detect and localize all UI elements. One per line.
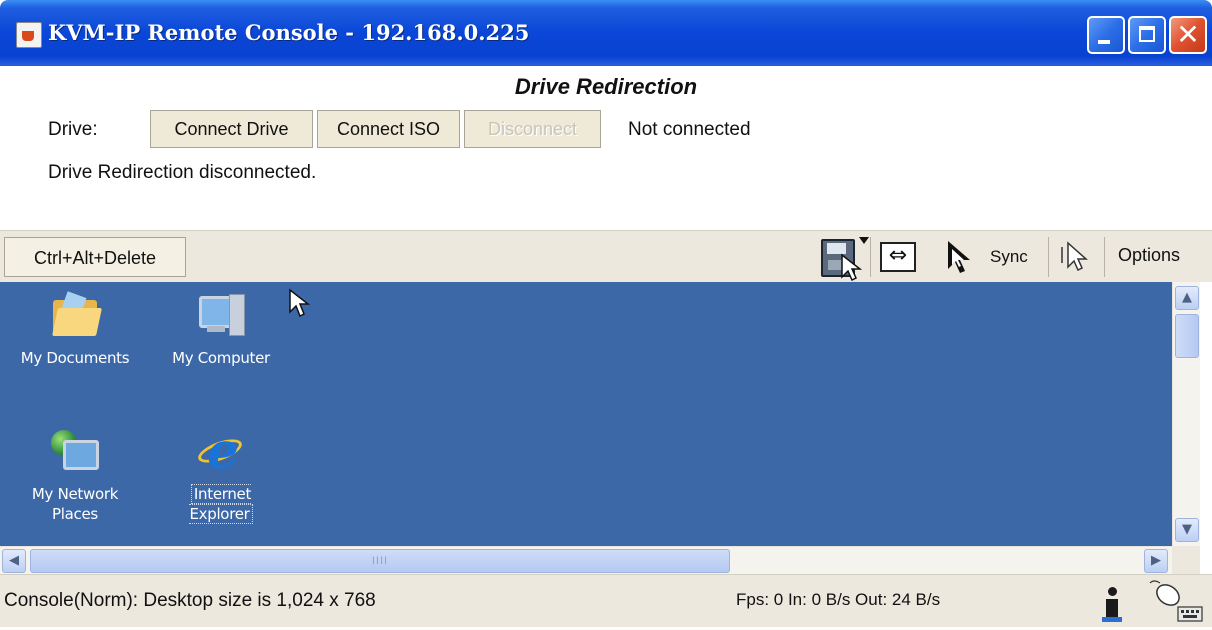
status-bar: Console(Norm): Desktop size is 1,024 x 7…	[0, 574, 1212, 627]
vertical-scroll-thumb[interactable]	[1175, 314, 1199, 358]
drive-menu-arrow-icon[interactable]	[859, 237, 869, 244]
keyboard-mouse-icon[interactable]	[1148, 579, 1204, 625]
desktop-icon-label: My Network Places	[31, 485, 119, 523]
dual-cursor-icon[interactable]	[940, 237, 980, 277]
remote-desktop-view[interactable]: My Documents My Computer My Network Plac…	[0, 282, 1172, 546]
desktop-icon-label: My Documents	[20, 349, 130, 367]
desktop-icon-label: Internet Explorer	[189, 484, 253, 524]
horizontal-scroll-thumb[interactable]: IIII	[30, 549, 730, 573]
toolbar-separator	[1048, 237, 1049, 277]
minimize-button[interactable]	[1087, 16, 1125, 54]
scroll-left-icon[interactable]: ◀	[2, 549, 26, 573]
connect-drive-button[interactable]: Connect Drive	[150, 110, 313, 148]
traffic-status-text: Fps: 0 In: 0 B/s Out: 24 B/s	[736, 590, 941, 609]
console-toolbar: Ctrl+Alt+Delete ⇔ Sync Options	[0, 230, 1212, 282]
drive-label: Drive:	[48, 119, 98, 140]
title-bar[interactable]: KVM-IP Remote Console - 192.168.0.225 ✕	[0, 0, 1212, 66]
scroll-up-icon[interactable]: ▲	[1175, 286, 1199, 310]
computer-icon	[195, 290, 247, 342]
java-app-icon	[16, 22, 42, 48]
info-icon[interactable]	[1100, 583, 1124, 623]
folder-icon	[49, 290, 102, 342]
vertical-scrollbar[interactable]: ▲ ▼	[1172, 282, 1200, 546]
horizontal-scrollbar[interactable]: ◀ IIII ▶	[0, 546, 1200, 574]
desktop-icon-my-computer[interactable]: My Computer	[156, 290, 286, 368]
remote-cursor-icon	[288, 288, 312, 322]
kvm-console-window: KVM-IP Remote Console - 192.168.0.225 ✕ …	[0, 0, 1212, 627]
window-title: KVM-IP Remote Console - 192.168.0.225	[48, 20, 530, 45]
desktop-icon-my-network-places[interactable]: My Network Places	[10, 426, 140, 524]
connection-status: Not connected	[628, 119, 751, 140]
scroll-down-icon[interactable]: ▼	[1175, 518, 1199, 542]
toolbar-separator	[870, 237, 871, 277]
sync-label[interactable]: Sync	[990, 247, 1028, 267]
toolbar-separator	[1104, 237, 1105, 277]
floppy-drive-icon[interactable]	[818, 237, 862, 282]
internet-explorer-icon: e	[195, 426, 247, 478]
desktop-icon-internet-explorer[interactable]: e Internet Explorer	[156, 426, 286, 524]
console-status-text: Console(Norm): Desktop size is 1,024 x 7…	[4, 590, 376, 611]
scrollbar-corner	[1172, 546, 1200, 574]
desktop-icon-my-documents[interactable]: My Documents	[10, 290, 140, 368]
ctrl-alt-delete-button[interactable]: Ctrl+Alt+Delete	[4, 237, 186, 277]
maximize-button[interactable]	[1128, 16, 1166, 54]
redirection-message: Drive Redirection disconnected.	[48, 162, 317, 183]
panel-heading: Drive Redirection	[514, 74, 698, 99]
disconnect-button: Disconnect	[464, 110, 601, 148]
desktop-icon-label: My Computer	[172, 349, 270, 367]
options-menu[interactable]: Options	[1118, 245, 1180, 266]
maximize-icon	[1139, 26, 1155, 42]
single-cursor-icon[interactable]	[1058, 237, 1094, 277]
close-icon: ✕	[1176, 18, 1200, 51]
connect-iso-button[interactable]: Connect ISO	[317, 110, 460, 148]
network-icon	[49, 426, 101, 478]
fit-screen-icon[interactable]: ⇔	[876, 237, 926, 277]
close-button[interactable]: ✕	[1169, 16, 1207, 54]
scroll-right-icon[interactable]: ▶	[1144, 549, 1168, 573]
drive-redirection-panel: Drive Redirection Drive: Connect Drive C…	[0, 66, 1212, 230]
minimize-icon	[1098, 40, 1110, 44]
